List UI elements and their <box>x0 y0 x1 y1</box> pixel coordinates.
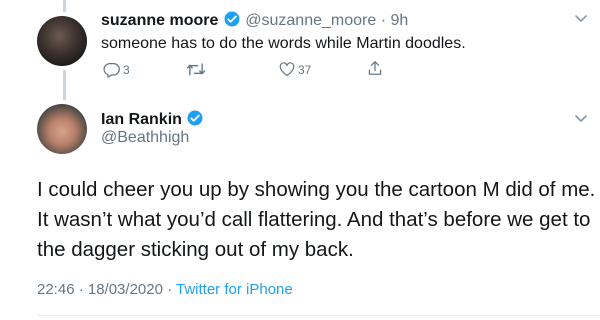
main-tweet-header: Ian Rankin <box>101 109 204 129</box>
chevron-down-icon[interactable] <box>574 14 588 24</box>
tweet-text-line: I could cheer you up by showing you the … <box>37 178 596 201</box>
tweet-timestamp[interactable]: 22:46 · 18/03/2020 · <box>37 281 176 298</box>
tweet-text-line: the dagger sticking out of my back. <box>37 238 354 261</box>
like-button[interactable]: 37 <box>279 62 311 77</box>
verified-badge-icon <box>187 110 203 126</box>
author-handle[interactable]: @suzanne_moore <box>245 12 376 29</box>
separator: · <box>380 12 387 29</box>
divider <box>37 315 600 316</box>
share-button[interactable] <box>368 60 382 76</box>
tweet-meta: 22:46 · 18/03/2020 · Twitter for iPhone <box>37 281 293 298</box>
tweet-text: I could cheer you up by showing you the … <box>37 175 595 265</box>
verified-badge-icon <box>224 11 240 27</box>
reply-text: someone has to do the words while Martin… <box>101 35 466 52</box>
tweet-time[interactable]: 9h <box>390 12 408 29</box>
reply-icon <box>103 62 120 78</box>
avatar[interactable] <box>37 16 87 66</box>
tweet-text-line: It wasn’t what you’d call flattering. An… <box>37 208 591 231</box>
chevron-down-icon[interactable] <box>574 114 588 124</box>
retweet-button[interactable] <box>186 62 209 77</box>
avatar[interactable] <box>37 104 87 154</box>
thread-line-connector <box>63 70 66 100</box>
heart-icon <box>279 62 295 77</box>
retweet-icon <box>186 63 206 76</box>
author-handle[interactable]: @Beathhigh <box>101 129 189 147</box>
author-name[interactable]: suzanne moore <box>101 12 218 29</box>
author-name[interactable]: Ian Rankin <box>101 111 182 128</box>
tweet-source-link[interactable]: Twitter for iPhone <box>176 281 293 298</box>
share-icon <box>368 61 382 75</box>
reply-button[interactable]: 3 <box>103 62 130 78</box>
thread-line-top <box>63 0 66 12</box>
like-count: 37 <box>298 62 312 77</box>
reply-header: suzanne moore @suzanne_moore · 9h <box>101 10 408 30</box>
reply-count: 3 <box>123 63 130 77</box>
